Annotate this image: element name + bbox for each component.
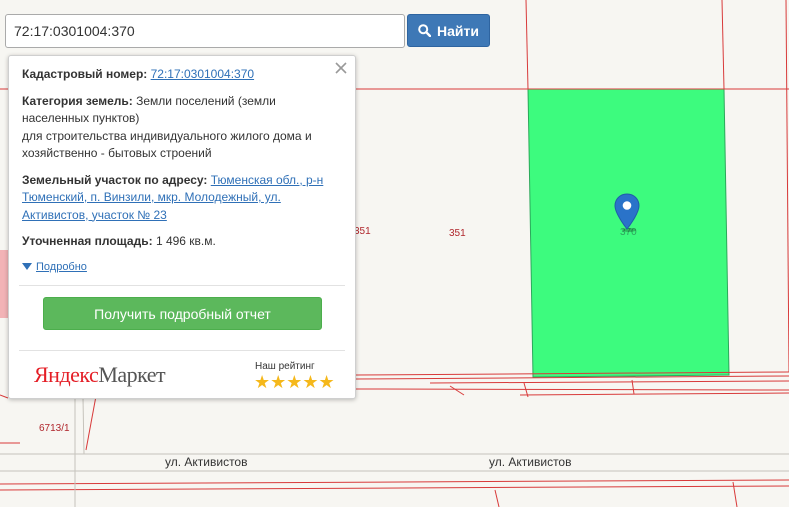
map-pin-icon[interactable] [613, 193, 641, 233]
close-icon[interactable] [333, 60, 349, 76]
address-label: Земельный участок по адресу: [22, 172, 208, 187]
area-value: 1 496 кв.м. [155, 234, 216, 248]
parcel-label-351-right: 351 [449, 228, 466, 239]
triangle-down-icon [22, 263, 32, 271]
divider [19, 285, 345, 286]
cadastral-row: Кадастровый номер: 72:17:0301004:370 [22, 66, 334, 84]
search-input[interactable] [5, 14, 405, 48]
search-button[interactable]: Найти [407, 14, 490, 47]
area-row: Уточненная площадь: 1 496 кв.м. [22, 233, 334, 251]
brand-market: Маркет [98, 362, 166, 387]
parcel-label-6713-1: 6713/1 [39, 423, 70, 434]
area-label: Уточненная площадь: [22, 234, 153, 248]
yandex-market-logo[interactable]: ЯндексМаркет [34, 362, 166, 388]
land-purpose: для строительства индивидуального жилого… [22, 128, 312, 161]
street-label-east: ул. Активистов [489, 455, 572, 469]
rating-label: Наш рейтинг [255, 361, 315, 372]
parcel-details: Кадастровый номер: 72:17:0301004:370 Кат… [22, 66, 334, 276]
street-label-west: ул. Активистов [165, 455, 248, 469]
brand-yandex: Яндекс [34, 362, 99, 387]
divider [19, 350, 345, 351]
rating-stars-icon: ★★★★★ [254, 372, 335, 392]
parcel-info-popup: Кадастровый номер: 72:17:0301004:370 Кат… [8, 55, 356, 399]
search-icon [418, 24, 432, 37]
more-details-link[interactable]: Подробно [36, 259, 87, 277]
more-details-toggle[interactable]: Подробно [22, 259, 334, 277]
parcel-label-351-left: 351 [354, 226, 371, 237]
cadastral-number-link[interactable]: 72:17:0301004:370 [151, 67, 254, 81]
get-report-button[interactable]: Получить подробный отчет [43, 297, 322, 330]
address-row: Земельный участок по адресу: Тюменская о… [22, 172, 334, 225]
search-button-label: Найти [437, 22, 479, 39]
category-row: Категория земель: Земли поселений (земли… [22, 93, 334, 163]
category-label: Категория земель: [22, 93, 133, 108]
cadastral-label: Кадастровый номер: [22, 67, 148, 81]
